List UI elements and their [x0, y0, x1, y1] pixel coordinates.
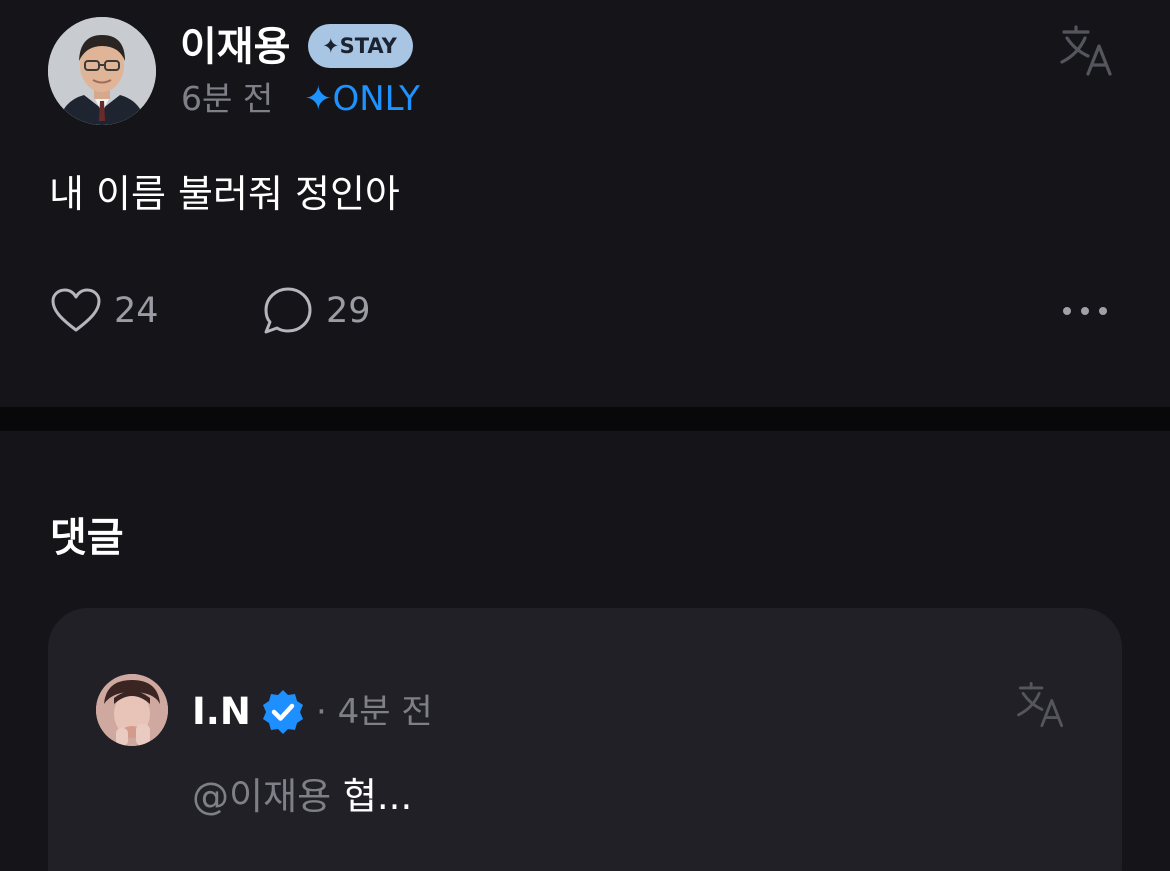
comment-timestamp: · 4분 전: [316, 692, 433, 732]
page: 이재용 ✦STAY 6분 전 ✦ONLY 내 이름 불러줘 정인아 24 29 …: [0, 0, 1170, 871]
section-divider: [0, 407, 1170, 431]
comment-text: 협...: [331, 775, 413, 818]
speech-bubble-icon: [264, 287, 312, 334]
membership-badge: ✦STAY: [308, 24, 413, 68]
like-count: 24: [114, 291, 159, 331]
visibility-label: ✦ONLY: [304, 79, 420, 119]
author-avatar[interactable]: [48, 17, 156, 125]
post: 이재용 ✦STAY 6분 전 ✦ONLY 내 이름 불러줘 정인아 24 29: [0, 0, 1170, 407]
more-options-button[interactable]: [1055, 293, 1115, 329]
post-timestamp: 6분 전: [181, 79, 274, 118]
translate-icon[interactable]: [1058, 24, 1116, 78]
commenter-avatar[interactable]: [96, 674, 168, 746]
mention-link[interactable]: @이재용: [192, 775, 331, 818]
commenter-name[interactable]: I.N: [192, 690, 251, 734]
comment-count: 29: [326, 291, 371, 331]
comment-card[interactable]: I.N · 4분 전 @이재용 협...: [48, 608, 1122, 871]
avatar-image: [96, 674, 168, 746]
like-button[interactable]: 24: [50, 286, 159, 336]
comment-body: @이재용 협...: [192, 772, 412, 822]
comment-button[interactable]: 29: [262, 286, 371, 336]
avatar-image: [48, 17, 156, 125]
more-dots-icon: [1063, 307, 1071, 315]
post-body: 내 이름 불러줘 정인아: [49, 172, 400, 216]
verified-badge-icon: [259, 688, 307, 736]
heart-icon: [51, 288, 101, 332]
more-dots-icon: [1081, 307, 1089, 315]
translate-icon[interactable]: [1015, 680, 1067, 730]
comments-heading: 댓글: [50, 515, 124, 561]
author-name[interactable]: 이재용: [180, 20, 290, 74]
more-dots-icon: [1099, 307, 1107, 315]
